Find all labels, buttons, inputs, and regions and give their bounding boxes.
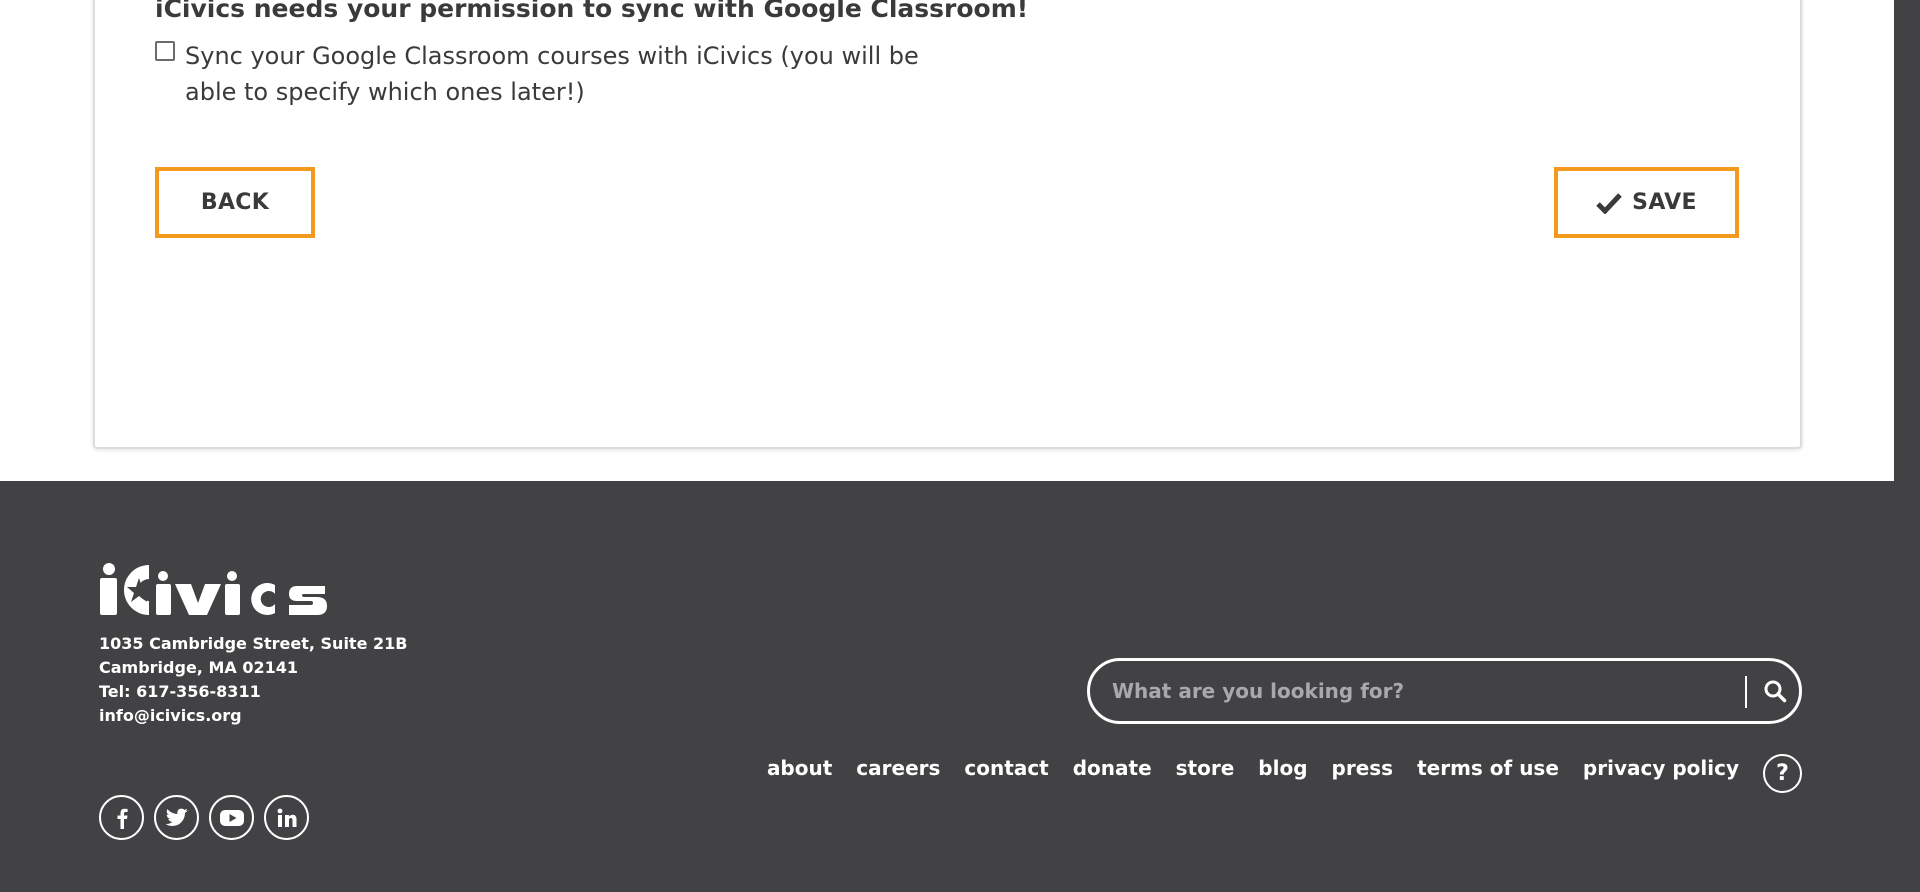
social-links <box>99 795 309 840</box>
back-button-label: BACK <box>200 190 270 215</box>
twitter-link[interactable] <box>154 795 199 840</box>
back-button[interactable]: BACK <box>155 167 315 238</box>
footer-link-privacy[interactable]: privacy policy <box>1583 756 1739 780</box>
footer-link-blog[interactable]: blog <box>1258 756 1307 780</box>
check-icon <box>1596 192 1622 214</box>
main-content-area: iCivics needs your permission to sync wi… <box>0 0 1894 481</box>
footer-link-terms[interactable]: terms of use <box>1417 756 1559 780</box>
save-button-label: SAVE <box>1632 190 1697 215</box>
address-line-street: 1035 Cambridge Street, Suite 21B <box>99 634 408 653</box>
sync-google-classroom-checkbox[interactable] <box>155 41 175 61</box>
linkedin-icon <box>277 808 296 827</box>
linkedin-link[interactable] <box>264 795 309 840</box>
footer-link-about[interactable]: about <box>767 756 832 780</box>
address-line-email[interactable]: info@icivics.org <box>99 704 407 728</box>
footer-link-contact[interactable]: contact <box>964 756 1048 780</box>
footer-nav: about careers contact donate store blog … <box>767 756 1739 780</box>
permission-heading: iCivics needs your permission to sync wi… <box>155 0 1029 23</box>
search-icon <box>1764 680 1787 703</box>
site-search <box>1087 658 1802 724</box>
footer-link-careers[interactable]: careers <box>856 756 940 780</box>
twitter-icon <box>164 808 188 826</box>
youtube-icon <box>219 809 244 826</box>
search-input[interactable] <box>1112 675 1712 707</box>
help-button[interactable]: ? <box>1763 754 1802 793</box>
scrollbar-gutter <box>1894 0 1920 481</box>
icivics-logo-graphic <box>100 563 327 615</box>
footer-link-store[interactable]: store <box>1176 756 1235 780</box>
icivics-logo[interactable] <box>99 563 327 617</box>
search-button[interactable] <box>1759 675 1791 707</box>
footer-link-press[interactable]: press <box>1332 756 1394 780</box>
search-divider <box>1745 676 1747 708</box>
address-line-city: Cambridge, MA 02141 <box>99 658 298 677</box>
sync-checkbox-label: Sync your Google Classroom courses with … <box>185 42 919 106</box>
facebook-link[interactable] <box>99 795 144 840</box>
address-line-phone: Tel: 617-356-8311 <box>99 682 261 701</box>
footer-link-donate[interactable]: donate <box>1073 756 1152 780</box>
facebook-icon <box>117 808 128 829</box>
youtube-link[interactable] <box>209 795 254 840</box>
contact-address: 1035 Cambridge Street, Suite 21B Cambrid… <box>99 632 407 728</box>
save-button[interactable]: SAVE <box>1554 167 1739 238</box>
